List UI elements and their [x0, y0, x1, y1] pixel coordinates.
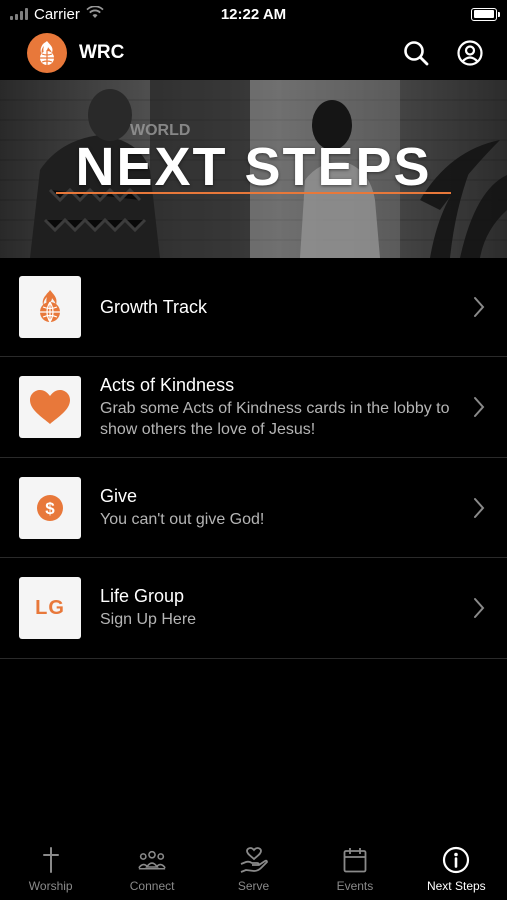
- dollar-coin-icon: $: [37, 494, 63, 521]
- app-title: WRC: [79, 42, 125, 63]
- hand-heart-icon: [240, 846, 268, 874]
- heart-icon: [30, 390, 70, 424]
- tab-bar: Worship Connect Serve Events Next Steps: [0, 838, 507, 900]
- search-button[interactable]: [401, 38, 431, 68]
- list-item-thumbnail: [19, 276, 81, 338]
- tab-label: Serve: [237, 879, 270, 893]
- signal-icon: [10, 8, 28, 20]
- list-item-title: Growth Track: [100, 296, 208, 317]
- search-icon: [404, 41, 429, 66]
- chevron-right-icon: [470, 396, 488, 418]
- list-item-life-group[interactable]: LG Life Group Sign Up Here: [0, 558, 507, 659]
- app-header: WRC: [0, 28, 507, 78]
- tab-label: Connect: [129, 879, 175, 893]
- tab-worship[interactable]: Worship: [0, 838, 101, 900]
- tab-label: Worship: [28, 879, 73, 893]
- list-item-text: Life Group Sign Up Here: [100, 586, 462, 630]
- list-item-text: Give You can't out give God!: [100, 486, 462, 530]
- chevron-right-icon: [470, 296, 488, 318]
- hero-title: NEXT STEPS: [75, 137, 432, 197]
- profile-button[interactable]: [455, 38, 485, 68]
- carrier-label: Carrier: [34, 5, 80, 23]
- chevron-right-icon: [470, 497, 488, 519]
- people-icon: [138, 846, 166, 874]
- list-item-subtitle: Sign Up Here: [100, 611, 197, 628]
- tab-events[interactable]: Events: [304, 838, 405, 900]
- battery-icon: [471, 7, 500, 21]
- flame-globe-icon: [27, 33, 67, 73]
- tab-label: Events: [336, 879, 374, 893]
- list-item-growth-track[interactable]: Growth Track: [0, 258, 507, 357]
- list-item-subtitle: Grab some Acts of Kindness cards in the …: [100, 399, 450, 438]
- flame-globe-icon: [40, 290, 60, 323]
- list-item-give[interactable]: $ Give You can't out give God!: [0, 458, 507, 558]
- list-item-title: Life Group: [100, 586, 185, 606]
- hero-underline: [56, 192, 451, 194]
- list-item-title: Give: [100, 485, 138, 506]
- calendar-icon: [341, 846, 369, 874]
- list-item-text: Growth Track: [100, 297, 462, 318]
- next-steps-list: Growth Track Acts of Kindness Grab some …: [0, 258, 507, 659]
- list-item-thumbnail: LG: [19, 577, 81, 639]
- app-logo[interactable]: [27, 33, 67, 73]
- list-item-thumbnail: $: [19, 476, 81, 539]
- tab-serve[interactable]: Serve: [203, 838, 304, 900]
- wifi-icon: [86, 5, 104, 23]
- info-circle-icon: [442, 846, 470, 874]
- list-item-acts-of-kindness[interactable]: Acts of Kindness Grab some Acts of Kindn…: [0, 357, 507, 458]
- life-group-logo-text: LG: [35, 596, 65, 619]
- list-item-thumbnail: [19, 376, 81, 438]
- list-item-title: Acts of Kindness: [100, 374, 235, 395]
- tab-connect[interactable]: Connect: [101, 838, 202, 900]
- status-left: Carrier: [10, 5, 104, 23]
- list-item-subtitle: You can't out give God!: [100, 510, 265, 528]
- svg-text:$: $: [45, 499, 55, 518]
- list-item-text: Acts of Kindness Grab some Acts of Kindn…: [100, 375, 462, 440]
- chevron-right-icon: [470, 597, 488, 619]
- status-bar: Carrier 12:22 AM: [0, 0, 507, 28]
- tab-label: Next Steps: [426, 879, 486, 893]
- tab-next-steps[interactable]: Next Steps: [406, 838, 507, 900]
- status-time: 12:22 AM: [220, 5, 287, 23]
- user-circle-icon: [457, 40, 483, 66]
- hero-banner: WORLD NEXT STEPS: [0, 80, 507, 258]
- cross-icon: [37, 846, 65, 874]
